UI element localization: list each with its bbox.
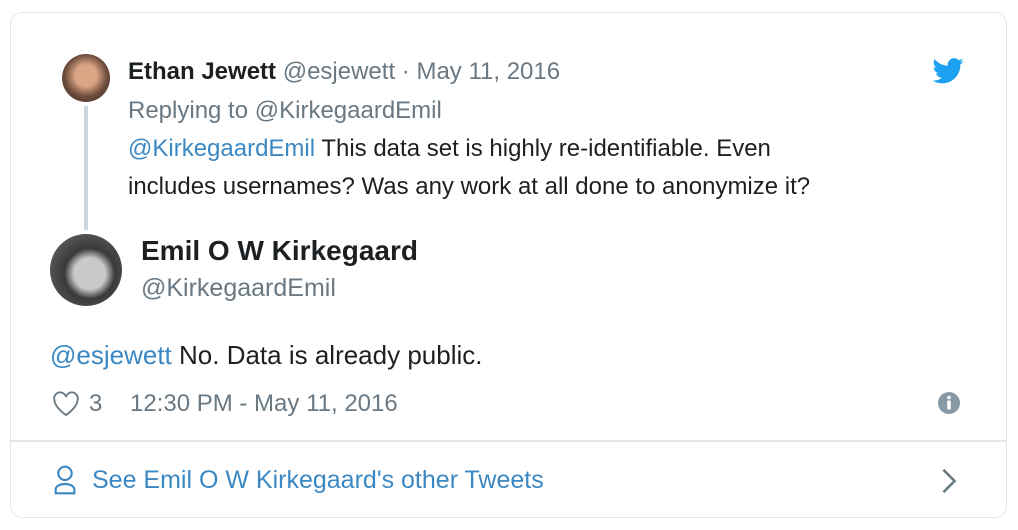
info-icon[interactable]	[937, 391, 961, 415]
replying-prefix: Replying to	[128, 97, 249, 124]
parent-mention[interactable]: @KirkegaardEmil	[128, 135, 315, 162]
replying-to-handle[interactable]: @KirkegaardEmil	[255, 97, 442, 124]
parent-text-line1: @KirkegaardEmil This data set is highly …	[128, 135, 771, 163]
timestamp[interactable]: 12:30 PM - May 11, 2016	[130, 390, 398, 418]
twitter-bird-icon[interactable]	[932, 58, 964, 84]
parent-text: This data set is highly re-identifiable.…	[315, 135, 771, 162]
author-handle[interactable]: @KirkegaardEmil	[141, 274, 336, 303]
heart-icon[interactable]	[52, 391, 80, 417]
separator: ·	[401, 58, 410, 85]
like-count[interactable]: 3	[89, 390, 102, 418]
parent-text-line2: includes usernames? Was any work at all …	[128, 173, 811, 200]
parent-handle[interactable]: @esjewett	[283, 58, 395, 85]
thread-line	[84, 106, 88, 230]
person-icon	[54, 465, 76, 495]
replying-to: Replying to @KirkegaardEmil	[128, 97, 442, 125]
tweet-mention[interactable]: @esjewett	[50, 340, 172, 370]
parent-header: Ethan Jewett @esjewett · May 11, 2016	[128, 58, 560, 86]
other-tweets-label[interactable]: See Emil O W Kirkegaard's other Tweets	[92, 466, 544, 495]
chevron-right-icon[interactable]	[940, 467, 958, 495]
ethan-avatar[interactable]	[62, 54, 110, 102]
tweet-text: @esjewett No. Data is already public.	[50, 340, 483, 371]
parent-author-name[interactable]: Ethan Jewett	[128, 58, 276, 85]
divider	[10, 440, 1007, 442]
other-tweets-link[interactable]: See Emil O W Kirkegaard's other Tweets	[52, 462, 972, 502]
tweet-body: No. Data is already public.	[171, 340, 483, 370]
author-name[interactable]: Emil O W Kirkegaard	[141, 235, 418, 267]
emil-avatar[interactable]	[50, 234, 122, 306]
parent-date[interactable]: May 11, 2016	[416, 58, 560, 85]
